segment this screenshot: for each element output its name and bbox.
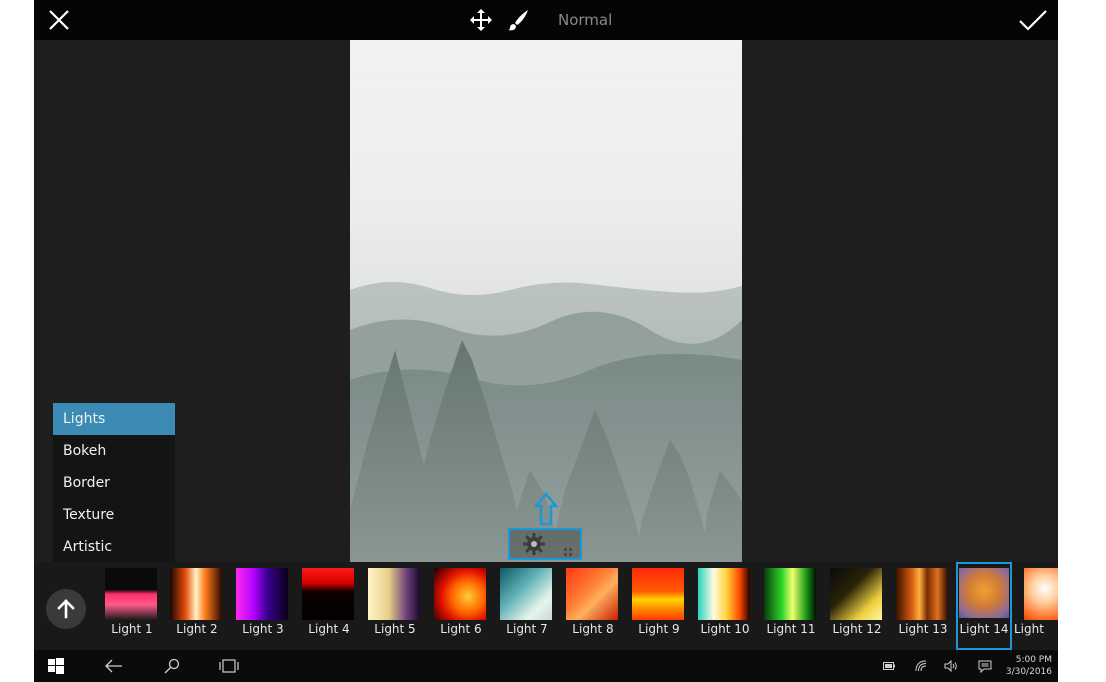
close-button[interactable]	[44, 0, 74, 40]
effect-light-14[interactable]: Light 14	[956, 562, 1012, 650]
effect-light-2[interactable]: Light 2	[166, 562, 228, 650]
effect-category-menu: Lights Bokeh Border Texture Artistic	[53, 403, 175, 563]
effect-thumbnail	[959, 568, 1009, 618]
photo-canvas[interactable]	[350, 40, 742, 562]
collapse-menu-button[interactable]	[46, 589, 86, 629]
effect-light-13[interactable]: Light 13	[892, 562, 954, 650]
checkmark-icon	[1019, 10, 1047, 31]
effects-strip: Light 1 Light 2 Light 3 Light 4 Light 5 …	[34, 562, 1058, 650]
effect-thumbnail	[830, 568, 882, 620]
effect-thumbnail	[1024, 568, 1058, 620]
effect-thumbnail	[368, 568, 420, 620]
volume-indicator[interactable]	[944, 650, 958, 682]
effect-light-4[interactable]: Light 4	[298, 562, 360, 650]
category-bokeh[interactable]: Bokeh	[53, 435, 175, 467]
photo-editor-window: Normal Lights Bokeh Border Texture Artis…	[34, 0, 1058, 682]
effect-light-6[interactable]: Light 6	[430, 562, 492, 650]
category-artistic[interactable]: Artistic	[53, 531, 175, 563]
wifi-icon	[915, 660, 927, 672]
back-icon	[105, 659, 122, 673]
effect-thumbnail	[105, 568, 157, 620]
system-clock[interactable]: 5:00 PM 3/30/2016	[1006, 654, 1052, 678]
effect-thumbnail	[236, 568, 288, 620]
move-icon	[470, 9, 492, 31]
effect-thumbnail	[500, 568, 552, 620]
resize-handle-icon	[564, 548, 572, 556]
task-view-button[interactable]	[218, 650, 240, 682]
start-button[interactable]	[46, 650, 66, 682]
effect-thumbnail	[764, 568, 816, 620]
notifications-icon	[978, 660, 992, 673]
search-button[interactable]	[162, 650, 182, 682]
clock-time: 5:00 PM	[1015, 655, 1052, 665]
windows-taskbar: 5:00 PM 3/30/2016	[34, 650, 1058, 682]
effect-light-15[interactable]: Light	[1014, 562, 1058, 650]
battery-indicator[interactable]	[882, 650, 896, 682]
effect-thumbnail	[434, 568, 486, 620]
windows-start-icon	[48, 658, 64, 674]
gear-icon	[523, 533, 545, 555]
arrow-up-icon	[57, 599, 75, 619]
effect-thumbnail	[566, 568, 618, 620]
volume-icon	[944, 660, 957, 672]
up-arrow-icon	[534, 492, 558, 526]
back-button[interactable]	[104, 650, 124, 682]
close-icon	[49, 10, 69, 30]
effect-light-8[interactable]: Light 8	[562, 562, 624, 650]
effect-thumbnail	[632, 568, 684, 620]
effect-light-11[interactable]: Light 11	[760, 562, 822, 650]
search-icon	[164, 658, 180, 674]
action-center-button[interactable]	[977, 650, 993, 682]
clock-date: 3/30/2016	[1005, 667, 1052, 677]
effect-light-3[interactable]: Light 3	[232, 562, 294, 650]
category-border[interactable]: Border	[53, 467, 175, 499]
wifi-indicator[interactable]	[914, 650, 928, 682]
effect-thumbnail	[896, 568, 948, 620]
effect-thumbnail	[302, 568, 354, 620]
effect-thumbnail	[170, 568, 222, 620]
effect-light-9[interactable]: Light 9	[628, 562, 690, 650]
brush-icon	[508, 10, 528, 31]
category-lights[interactable]: Lights	[53, 403, 175, 435]
foggy-forest-image	[350, 40, 742, 562]
effect-light-10[interactable]: Light 10	[694, 562, 756, 650]
effect-thumbnail	[698, 568, 750, 620]
blend-mode-selector[interactable]: Normal	[558, 11, 612, 29]
effect-settings-button[interactable]	[508, 528, 582, 560]
effect-light-5[interactable]: Light 5	[364, 562, 426, 650]
category-texture[interactable]: Texture	[53, 499, 175, 531]
brush-tool-button[interactable]	[504, 0, 532, 40]
effect-light-7[interactable]: Light 7	[496, 562, 558, 650]
top-toolbar: Normal	[34, 0, 1058, 40]
battery-icon	[883, 662, 895, 670]
task-view-icon	[219, 659, 239, 673]
move-tool-button[interactable]	[468, 0, 494, 40]
effect-light-12[interactable]: Light 12	[826, 562, 888, 650]
apply-button[interactable]	[1018, 0, 1048, 40]
effect-light-1[interactable]: Light 1	[101, 562, 163, 650]
